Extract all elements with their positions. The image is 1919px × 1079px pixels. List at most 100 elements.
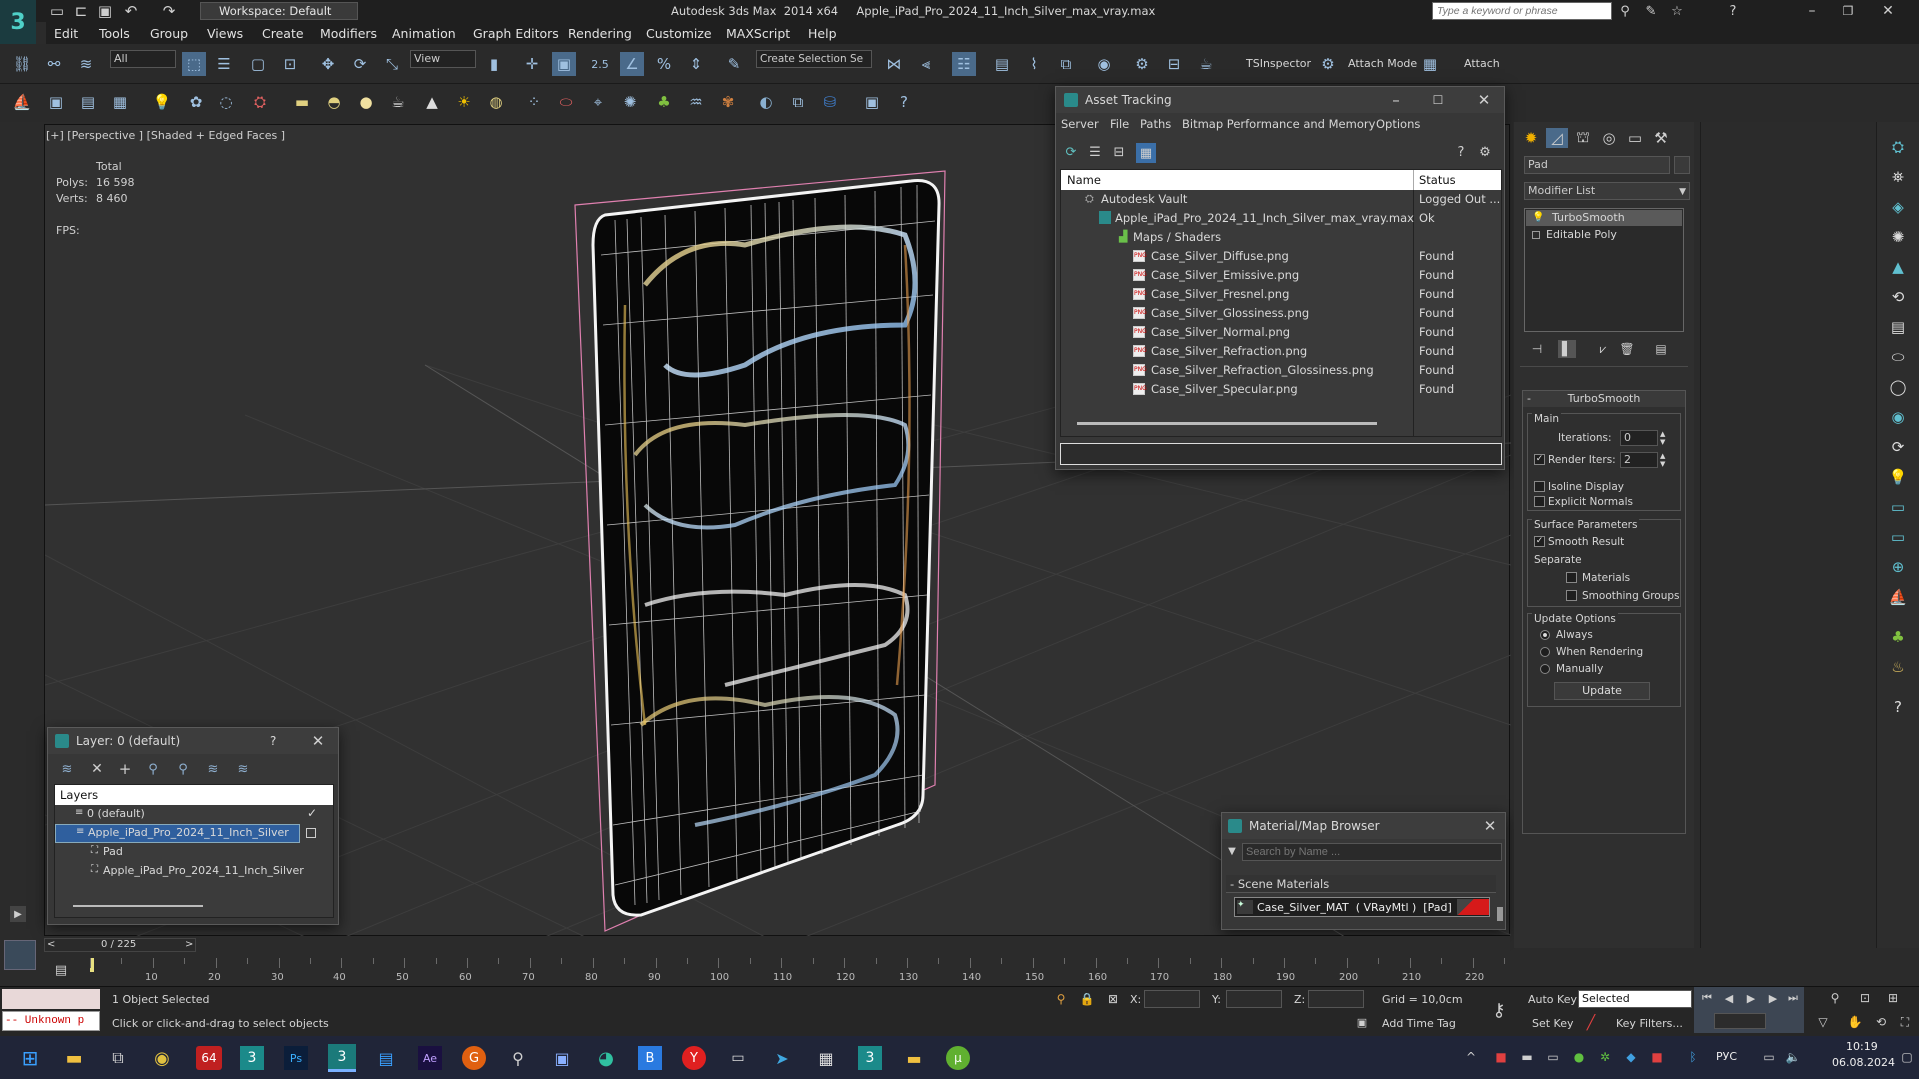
always-radio[interactable]: [1540, 630, 1550, 640]
display-tab-icon[interactable]: ▭: [1624, 128, 1646, 148]
delete-layer-icon[interactable]: ✕: [88, 760, 106, 778]
keyboard-language[interactable]: РУС: [1716, 1050, 1737, 1063]
right-tool-icon-5[interactable]: ▲: [1887, 256, 1909, 278]
timeline-track[interactable]: 10 20 30 40 50 60 70 80 90 100 110 120 130 140 150 160 1…: [90, 958, 1505, 986]
configure-sets-icon[interactable]: ▤: [1652, 340, 1670, 358]
link-icon[interactable]: ⛓: [10, 52, 34, 76]
bind-spacewarp-icon[interactable]: ≋: [74, 52, 98, 76]
render-iters-spinner[interactable]: 2: [1620, 452, 1658, 468]
tree-row-vault[interactable]: ⛭ Autodesk Vault Logged Out ...: [1061, 190, 1501, 209]
field-of-view-icon[interactable]: ▽: [1814, 1013, 1832, 1031]
attach-label[interactable]: Attach: [1464, 57, 1500, 70]
scatter-icon[interactable]: ✾: [716, 90, 740, 114]
isoline-checkbox[interactable]: [1534, 481, 1545, 492]
graphite-ribbon-icon[interactable]: ▤: [990, 52, 1014, 76]
zoom-all-icon[interactable]: ⊞: [1884, 989, 1902, 1007]
plane-icon[interactable]: ▬: [290, 90, 314, 114]
task-view-icon[interactable]: ⧉: [106, 1046, 130, 1070]
active-layer-check-icon[interactable]: ✓: [307, 806, 317, 820]
3dsmax-taskbar-icon[interactable]: 3: [240, 1046, 264, 1070]
menu-group[interactable]: Group: [150, 26, 188, 41]
time-tag-icon[interactable]: ▣: [1354, 1014, 1370, 1030]
time-slider[interactable]: < 0 / 225 >: [44, 938, 196, 952]
menu-rendering[interactable]: Rendering: [568, 26, 632, 41]
smoothing-groups-checkbox[interactable]: [1566, 590, 1577, 601]
asset-maximize-icon[interactable]: ☐: [1428, 91, 1448, 109]
goto-start-icon[interactable]: ⏮: [1698, 989, 1716, 1007]
snaps-toggle-icon[interactable]: 2.5: [588, 52, 612, 76]
when-rendering-radio[interactable]: [1540, 647, 1550, 657]
asset-minimize-icon[interactable]: –: [1386, 91, 1406, 109]
modifier-list-dropdown[interactable]: Modifier List ▼: [1524, 182, 1690, 200]
scene-explorer-icon[interactable]: ⛵: [10, 90, 34, 114]
network-icon[interactable]: ▭: [1760, 1048, 1778, 1066]
menu-edit[interactable]: Edit: [54, 26, 78, 41]
asset-close-icon[interactable]: ✕: [1474, 91, 1494, 109]
update-button[interactable]: Update: [1554, 682, 1650, 700]
col-status-header[interactable]: Status: [1419, 173, 1456, 187]
capsule-icon[interactable]: ⬭: [554, 90, 578, 114]
tools-icon[interactable]: ✎: [1642, 2, 1660, 20]
material-search-input[interactable]: [1246, 844, 1501, 860]
scene-materials-section[interactable]: - Scene Materials: [1226, 875, 1496, 893]
pin-stack-icon[interactable]: ⊣: [1528, 340, 1546, 358]
asset-settings-icon[interactable]: ⚙: [1476, 143, 1494, 161]
asset-menu-options[interactable]: Options: [1376, 117, 1420, 131]
tsinspector-label[interactable]: TSInspector: [1246, 57, 1311, 70]
col-name-header[interactable]: Name: [1067, 173, 1101, 187]
particles-icon[interactable]: ⁘: [522, 90, 546, 114]
right-tool-icon-12[interactable]: 💡: [1887, 466, 1909, 488]
z-coordinate-field[interactable]: [1308, 990, 1364, 1008]
asset-menu-file[interactable]: File: [1110, 117, 1129, 131]
help-toolbar-icon[interactable]: ?: [892, 90, 916, 114]
unlink-icon[interactable]: ⚯: [42, 52, 66, 76]
add-time-tag[interactable]: Add Time Tag: [1382, 1017, 1456, 1030]
orbit-icon[interactable]: ⟲: [1872, 1013, 1890, 1031]
material-search-field[interactable]: [1242, 843, 1502, 861]
layer-dialog-header[interactable]: Layer: 0 (default) ? ✕: [48, 728, 338, 754]
teapot-render-icon[interactable]: ⛁: [818, 90, 842, 114]
file-explorer-icon[interactable]: ▬: [62, 1046, 86, 1070]
sphere-icon[interactable]: ●: [354, 90, 378, 114]
windows-start-icon[interactable]: ⊞: [18, 1046, 42, 1070]
isolate-selection-icon[interactable]: ⚲: [1052, 990, 1070, 1008]
expand-plus-icon[interactable]: [1532, 231, 1540, 239]
select-by-name-icon[interactable]: ☰: [212, 52, 236, 76]
checker-icon[interactable]: ▦: [1418, 52, 1442, 76]
object-name-field[interactable]: Pad: [1524, 156, 1670, 174]
material-editor-icon[interactable]: ◉: [1092, 52, 1116, 76]
calculator-app-icon[interactable]: ▦: [814, 1046, 838, 1070]
menu-tools[interactable]: Tools: [99, 26, 130, 41]
close-window-icon[interactable]: ✕: [1876, 2, 1900, 20]
smooth-result-checkbox[interactable]: ✓: [1534, 536, 1545, 547]
env-sphere-icon[interactable]: ◐: [754, 90, 778, 114]
spinner-arrows-icon[interactable]: ▲ ▼: [1660, 430, 1665, 446]
binoculars-icon[interactable]: ⚲: [1616, 2, 1634, 20]
infocenter-search[interactable]: [1432, 2, 1612, 20]
chrome-icon[interactable]: ◉: [150, 1046, 174, 1070]
right-tool-icon-4[interactable]: ✺: [1887, 226, 1909, 248]
help-icon[interactable]: ?: [1724, 2, 1742, 20]
right-tool-icon-9[interactable]: ◯: [1887, 376, 1909, 398]
frame-buffer-icon[interactable]: ⧉: [786, 90, 810, 114]
next-frame-icon[interactable]: ▶: [1764, 989, 1782, 1007]
menu-maxscript[interactable]: MAXScript: [726, 26, 790, 41]
remove-modifier-icon[interactable]: 🗑: [1618, 340, 1636, 358]
curve-editor-icon[interactable]: ⌇: [1022, 52, 1046, 76]
hierarchy-tab-icon[interactable]: ⛫: [1572, 128, 1594, 148]
lasso-icon[interactable]: ◌: [214, 90, 238, 114]
y-coordinate-field[interactable]: [1226, 990, 1282, 1008]
scale-icon[interactable]: ⤡: [380, 52, 404, 76]
layer-object-row[interactable]: ⛶ Apple_iPad_Pro_2024_11_Inch_Silver: [55, 862, 333, 881]
x-coordinate-field[interactable]: [1144, 990, 1200, 1008]
create-tab-icon[interactable]: ✹: [1520, 128, 1542, 148]
new-file-icon[interactable]: ▭: [48, 2, 66, 20]
notepad-icon[interactable]: ▤: [374, 1046, 398, 1070]
right-tool-icon-7[interactable]: ▤: [1887, 316, 1909, 338]
mirror-icon[interactable]: ⋈: [882, 52, 906, 76]
key-mode-icon[interactable]: ╱: [1582, 1014, 1600, 1032]
explicit-normals-checkbox[interactable]: [1534, 496, 1545, 507]
tray-icon-2[interactable]: ▬: [1518, 1048, 1536, 1066]
attach-mode-label[interactable]: Attach Mode: [1348, 57, 1417, 70]
undo-icon[interactable]: ↶: [122, 2, 140, 20]
